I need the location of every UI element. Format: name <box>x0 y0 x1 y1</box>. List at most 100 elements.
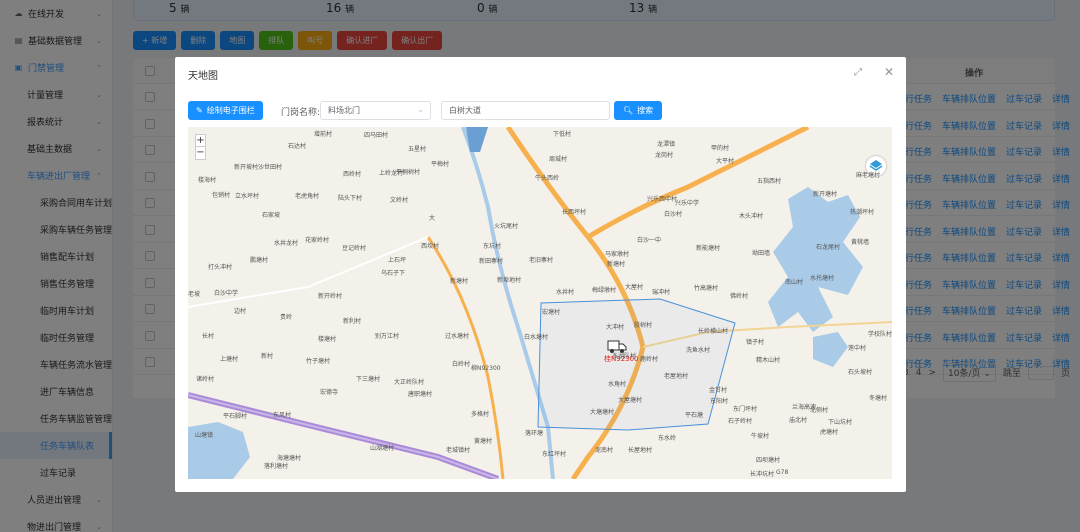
search-icon: 🔍︎ <box>623 106 634 115</box>
map-place-label: 新村 <box>261 353 274 360</box>
map-place-label: 竹子塘村 <box>306 358 331 365</box>
map-place-label: 水托塘村 <box>810 275 835 282</box>
map-place-label: 老屋地村 <box>664 373 689 380</box>
pond-east <box>813 332 848 367</box>
map-place-label: 庙北村 <box>789 417 808 424</box>
map-place-label: 泥南村 <box>595 447 614 454</box>
map-place-label: 牛坡村 <box>751 433 770 440</box>
map-place-label: 老虎角村 <box>295 193 320 200</box>
map-place-label: 水井村 <box>556 289 575 296</box>
chevron-down-icon: ⌄ <box>417 105 424 114</box>
map-place-label: 立水坪村 <box>235 193 260 200</box>
map-place-label: 金甘村 <box>709 387 728 394</box>
map-place-label: 虎塘村 <box>820 429 839 436</box>
map-place-label: 新开岭村 <box>318 293 343 300</box>
map-place-label: 兴乐西中村 <box>647 196 678 203</box>
map-dialog: 天地图 ⤢ ✕ ✎ 绘制电子围栏 门岗名称: 料场北门 ⌄ 🔍︎ 搜索 <box>175 57 906 492</box>
map-place-label: 平石脚村 <box>223 413 248 420</box>
dialog-title: 天地图 <box>188 71 218 82</box>
map-place-label: 东风村 <box>273 412 292 419</box>
zoom-out-button[interactable]: − <box>196 147 205 159</box>
map-place-label: 东阳村 <box>710 398 729 405</box>
map-place-label: 甲的村 <box>711 145 730 152</box>
map-place-label: 花家岭村 <box>305 237 330 244</box>
map-place-label: 大屋村 <box>625 284 644 291</box>
map-place-label: 平石塘 <box>685 412 704 419</box>
map-place-label: 水井龙村 <box>274 240 299 247</box>
map-place-label: 楼塘村 <box>318 336 337 343</box>
map-place-label: 唐职塘村 <box>408 391 433 398</box>
map-place-label: 马家墩村 <box>605 251 630 258</box>
address-input[interactable] <box>441 101 610 120</box>
map-place-label: 大正岭队村 <box>394 379 425 386</box>
map-place-label: 火坑尾村 <box>494 223 519 230</box>
map-place-label: 豆记岭村 <box>342 245 367 252</box>
close-icon[interactable]: ✕ <box>884 65 894 79</box>
map-place-label: 增前村 <box>314 131 333 138</box>
map-place-label: 竹高塘村 <box>694 285 719 292</box>
map-place-label: 石达村 <box>288 143 307 150</box>
map-place-label: 冬塘村 <box>869 395 888 402</box>
map-place-label: 上塘村 <box>220 356 239 363</box>
gate-name-label: 门岗名称: <box>281 108 321 118</box>
map-place-label: 多湖队村 <box>612 353 637 360</box>
map-place-label: 楼海村 <box>198 177 217 184</box>
map-place-label: 长冲坑村 <box>750 471 775 478</box>
map-place-label: 黄塘村 <box>474 438 493 445</box>
map-place-label: 宏德寺 <box>320 389 339 396</box>
map-place-label: 老坡 <box>188 291 201 298</box>
zoom-in-button[interactable]: + <box>196 135 205 147</box>
map-place-label: 新塘村 <box>450 278 469 285</box>
map-place-label: 石龙尾村 <box>816 244 841 251</box>
map-place-label: 鹿岭村 <box>640 356 659 363</box>
map-place-label: 南山村 <box>785 279 804 286</box>
map-place-label: 下山坑村 <box>828 419 853 426</box>
draw-fence-button[interactable]: ✎ 绘制电子围栏 <box>188 101 263 120</box>
map-place-label: 新开塘村 <box>813 191 838 198</box>
gate-select[interactable]: 料场北门 ⌄ <box>320 101 431 120</box>
map-place-label: 白岭村 <box>452 361 471 368</box>
draw-fence-label: 绘制电子围栏 <box>206 106 255 115</box>
map-place-label: 别万江村 <box>375 333 400 340</box>
map-place-label: 大屋塘村 <box>618 397 643 404</box>
map-place-label: 石头坡村 <box>848 369 873 376</box>
map-place-label: 洗鱼水村 <box>686 347 711 354</box>
map-place-label: 大平村 <box>716 158 735 165</box>
map-place-label: 龙岗村 <box>655 152 674 159</box>
map-place-label: 老旧寨村 <box>529 257 554 264</box>
map-place-label: 西坎村 <box>421 243 440 250</box>
map-place-label: 长岭横山村 <box>698 328 729 335</box>
map-canvas[interactable]: + − 桂N92300 增前村 四马田村 五星村 平梅村 石达村 新开坡村沙世田村 西岭村上… <box>188 127 892 479</box>
map-place-label: 新田寨村 <box>479 258 504 265</box>
map-place-label: 水角村 <box>608 381 627 388</box>
map-place-label: 五指西村 <box>757 178 782 185</box>
electronic-fence[interactable] <box>537 298 736 431</box>
map-place-label: 大塘塘村 <box>590 409 615 416</box>
map-place-label: 东红坪村 <box>542 451 567 458</box>
map-place-label: 平桐树村 <box>396 169 421 176</box>
map-place-label: 兰海高速 <box>792 404 817 411</box>
map-place-label: 四马田村 <box>364 132 389 139</box>
map-place-label: 东门坪村 <box>733 406 758 413</box>
map-place-label: 下低村 <box>553 131 572 138</box>
search-button[interactable]: 🔍︎ 搜索 <box>614 101 663 120</box>
map-place-label: 过水塘村 <box>445 333 470 340</box>
maximize-icon[interactable]: ⤢ <box>854 67 862 78</box>
map-place-label: 新埠地村 <box>497 277 522 284</box>
map-place-label: 包销村 <box>212 192 231 199</box>
map-place-label: 文岭村 <box>390 197 409 204</box>
map-place-label: 边村 <box>234 308 247 315</box>
map-place-label: 平梅村 <box>431 161 450 168</box>
map-place-label: 白水塘村 <box>524 334 549 341</box>
map-place-label: 瑞冲村 <box>652 289 671 296</box>
map-place-label: 白沙一中 <box>637 237 662 244</box>
map-place-label: 白沙村 <box>664 211 683 218</box>
map-place-label: 石子岭村 <box>728 418 753 425</box>
map-place-label: 莲中村 <box>848 345 867 352</box>
edit-icon: ✎ <box>196 106 203 115</box>
map-place-label: 坳田墙 <box>752 250 771 257</box>
map-place-label: 新能塘村 <box>696 245 721 252</box>
map-place-label: 老城镇村 <box>446 447 471 454</box>
map-place-label: 兴乐中学 <box>675 200 700 207</box>
map-place-label: 乌石子下 <box>381 270 406 277</box>
